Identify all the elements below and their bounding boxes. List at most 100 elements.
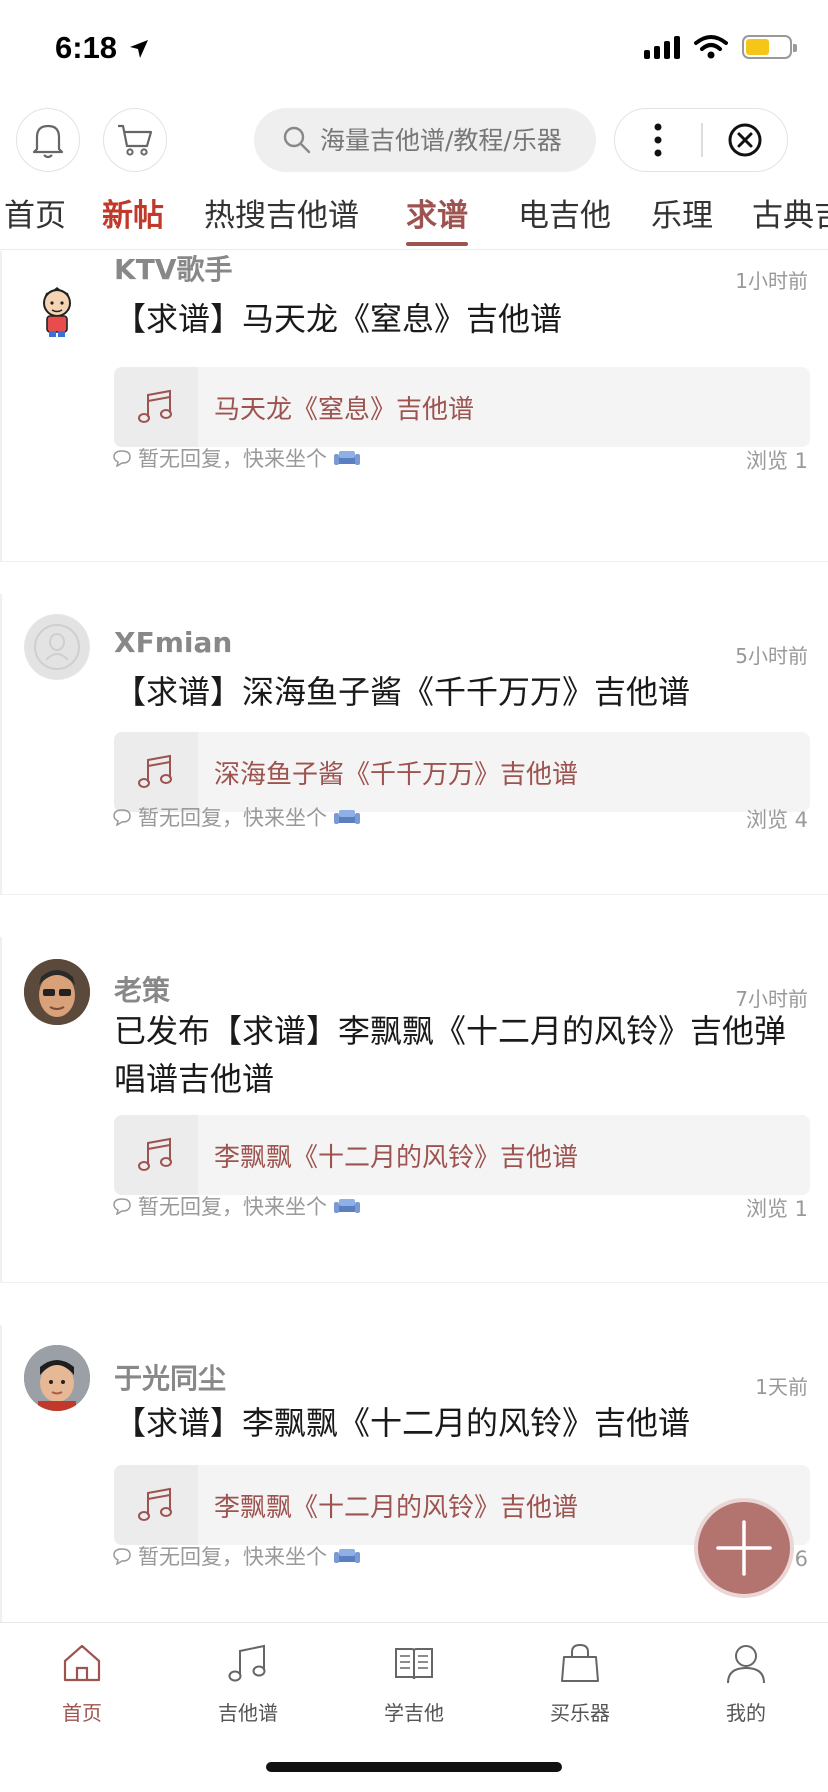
music-note-icon [114,367,198,447]
reply-status[interactable]: 暂无回复，快来坐个 [112,802,361,832]
tab-link-card[interactable]: 李飘飘《十二月的风铃》吉他谱 [114,1115,810,1195]
notification-button[interactable] [16,108,80,172]
more-dots-icon [654,123,662,157]
tab-link-text: 深海鱼子酱《千千万万》吉他谱 [214,759,579,790]
battery-icon [742,35,797,59]
location-arrow-icon [129,40,148,58]
tab-link-text: 李飘飘《十二月的风铃》吉他谱 [214,1142,579,1173]
post-title[interactable]: 【求谱】马天龙《窒息》吉他谱 [114,295,804,343]
search-icon [283,126,311,154]
nav-label: 学吉他 [384,1701,444,1725]
nav-profile[interactable]: 我的 [686,1639,806,1726]
bell-icon [32,124,64,159]
reply-text: 暂无回复，快来坐个 [138,1545,327,1569]
post-title[interactable]: 【求谱】深海鱼子酱《千千万万》吉他谱 [114,668,804,716]
nav-learn-guitar[interactable]: 学吉他 [354,1639,474,1726]
post-card[interactable]: KTV歌手 1小时前 【求谱】马天龙《窒息》吉他谱 马天龙《窒息》吉他谱 暂无回… [0,251,828,561]
comment-icon [113,809,131,826]
tab-link-text: 李飘飘《十二月的风铃》吉他谱 [214,1492,579,1523]
post-time: 1小时前 [735,269,808,293]
tab-hot-search[interactable]: 热搜吉他谱 [204,188,359,249]
sofa-icon [334,1199,360,1213]
category-tabs: 首页 新帖 热搜吉他谱 求谱 电吉他 乐理 古典吉 [0,188,828,250]
post-card[interactable]: XFmian 5小时前 【求谱】深海鱼子酱《千千万万》吉他谱 深海鱼子酱《千千万… [0,594,828,894]
more-button[interactable] [615,109,701,171]
avatar[interactable] [24,279,90,345]
reply-status[interactable]: 暂无回复，快来坐个 [112,443,361,473]
plus-icon [716,1520,772,1576]
comment-icon [113,1198,131,1215]
status-bar: 6:18 [0,0,828,96]
cartoon-avatar-icon [43,287,71,337]
home-indicator [266,1762,562,1772]
status-time: 6:18 [55,30,150,66]
search-bar[interactable] [254,108,596,172]
photo-avatar-icon [24,1345,90,1411]
post-card[interactable]: 老策 7小时前 已发布【求谱】李飘飘《十二月的风铃》吉他弹唱谱吉他谱 李飘飘《十… [0,937,828,1282]
post-time: 1天前 [755,1375,808,1399]
post-divider [0,1282,828,1320]
nav-label: 我的 [726,1701,766,1725]
cart-icon [118,124,153,156]
view-count: 浏览 1 [745,1197,808,1221]
nav-home[interactable]: 首页 [22,1639,142,1726]
view-count: 浏览 4 [745,808,808,832]
post-time: 5小时前 [735,644,808,668]
top-toolbar [0,104,828,176]
music-note-icon [114,1465,198,1545]
post-divider [0,894,828,932]
book-icon [395,1648,433,1680]
post-username[interactable]: KTV歌手 [114,255,232,285]
post-username[interactable]: 老策 [114,969,170,1009]
reply-text: 暂无回复，快来坐个 [138,1195,327,1219]
post-title[interactable]: 已发布【求谱】李飘飘《十二月的风铃》吉他弹唱谱吉他谱 [114,1007,804,1103]
tab-link-card[interactable]: 深海鱼子酱《千千万万》吉他谱 [114,732,810,812]
tab-home[interactable]: 首页 [4,188,66,249]
tab-classical-guitar[interactable]: 古典吉 [752,188,828,249]
reply-text: 暂无回复，快来坐个 [138,447,327,471]
music-note-icon [228,1644,266,1682]
app-page: 6:18 海量吉他谱/教程/乐器 首页 新帖 热搜吉他谱 求谱 电吉他 乐理 古… [0,0,828,1792]
nav-label: 买乐器 [550,1701,610,1725]
user-icon [727,1645,765,1684]
signal-icon [644,35,680,59]
sofa-icon [334,1549,360,1563]
home-icon [63,1644,101,1682]
nav-label: 吉他谱 [218,1701,278,1725]
music-note-icon [114,732,198,812]
tab-request-tabs[interactable]: 求谱 [406,188,468,249]
search-input[interactable] [320,125,580,155]
mini-program-capsule [614,108,788,172]
tab-link-text: 马天龙《窒息》吉他谱 [214,394,475,425]
wifi-icon [694,35,728,59]
close-circle-icon [728,123,762,157]
cart-button[interactable] [103,108,167,172]
default-avatar-icon [25,615,89,679]
reply-status[interactable]: 暂无回复，快来坐个 [112,1541,361,1571]
nav-buy-instruments[interactable]: 买乐器 [520,1639,640,1726]
post-username[interactable]: 于光同尘 [114,1357,226,1397]
nav-label: 首页 [62,1701,102,1725]
tab-music-theory[interactable]: 乐理 [651,188,713,249]
reply-text: 暂无回复，快来坐个 [138,806,327,830]
close-button[interactable] [703,109,788,171]
avatar[interactable] [24,614,90,680]
sofa-icon [334,810,360,824]
tab-link-card[interactable]: 马天龙《窒息》吉他谱 [114,367,810,447]
view-count: 浏览 1 [745,449,808,473]
music-note-icon [114,1115,198,1195]
comment-icon [113,450,131,467]
post-title[interactable]: 【求谱】李飘飘《十二月的风铃》吉他谱 [114,1399,804,1447]
tab-electric-guitar[interactable]: 电吉他 [518,188,611,249]
sofa-icon [334,451,360,465]
post-username[interactable]: XFmian [114,626,232,659]
reply-status[interactable]: 暂无回复，快来坐个 [112,1191,361,1221]
photo-avatar-icon [24,959,90,1025]
tab-new-posts[interactable]: 新帖 [102,188,164,249]
new-post-fab[interactable] [694,1498,794,1598]
comment-icon [113,1548,131,1565]
nav-guitar-tabs[interactable]: 吉他谱 [188,1639,308,1726]
avatar[interactable] [24,1345,90,1411]
shopping-bag-icon [561,1643,599,1682]
avatar[interactable] [24,959,90,1025]
